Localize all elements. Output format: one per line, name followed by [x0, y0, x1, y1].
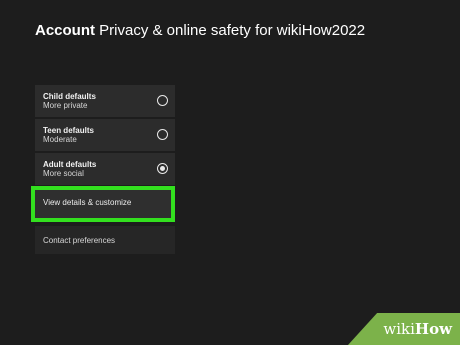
page-title: Account Privacy & online safety for wiki…	[35, 22, 365, 39]
logo-prefix: wiki	[383, 320, 415, 338]
wikihow-watermark: wikiHow	[348, 313, 460, 345]
privacy-options-panel: Child defaults More private Teen default…	[31, 85, 175, 254]
option-subtitle: More social	[43, 169, 84, 178]
option-subtitle: More private	[43, 101, 88, 110]
view-details-label: View details & customize	[43, 198, 132, 207]
option-child-defaults[interactable]: Child defaults More private	[35, 85, 175, 117]
option-subtitle: Moderate	[43, 135, 77, 144]
option-title: Child defaults	[43, 92, 96, 101]
page-title-section: Account	[35, 22, 95, 39]
option-title: Adult defaults	[43, 160, 97, 169]
radio-unchecked-icon[interactable]	[157, 95, 168, 106]
logo-suffix: How	[414, 320, 452, 338]
view-details-button[interactable]: View details & customize	[31, 186, 175, 222]
option-title: Teen defaults	[43, 126, 94, 135]
radio-checked-icon[interactable]	[157, 163, 168, 174]
option-adult-defaults[interactable]: Adult defaults More social	[35, 153, 175, 185]
option-teen-defaults[interactable]: Teen defaults Moderate	[35, 119, 175, 151]
contact-preferences-button[interactable]: Contact preferences	[35, 226, 175, 254]
contact-preferences-label: Contact preferences	[43, 236, 116, 245]
page-title-subtitle: Privacy & online safety for wikiHow2022	[99, 22, 366, 39]
radio-unchecked-icon[interactable]	[157, 129, 168, 140]
wikihow-logo: wikiHow	[383, 320, 452, 338]
